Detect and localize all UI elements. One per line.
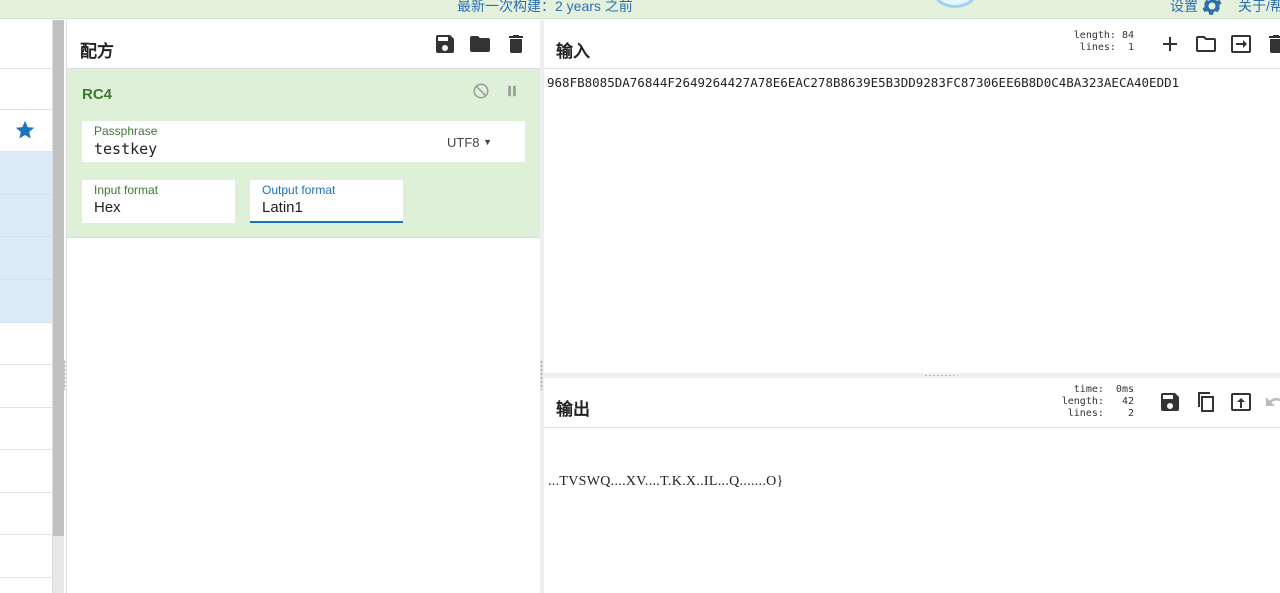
list-item[interactable] (0, 152, 52, 195)
output-textarea[interactable]: ...TVSWQ....XV....T.K.X..IL...Q.......O} (548, 474, 784, 490)
list-item[interactable] (0, 493, 52, 535)
top-banner: 最新一次构建：2 years 之前 设置 关于/帮 (0, 0, 1280, 19)
about-link[interactable]: 关于/帮 (1238, 0, 1280, 16)
swap-icon[interactable] (1229, 32, 1253, 56)
recipe-panel: 配方 RC4 Passphrase testkey UTF8 ▼ Input f… (66, 20, 541, 593)
gear-icon[interactable] (1200, 0, 1224, 18)
encoding-dropdown[interactable]: UTF8 ▼ (447, 135, 492, 150)
build-info: 最新一次构建：2 years 之前 (457, 0, 633, 14)
list-item[interactable] (0, 323, 52, 365)
divider (544, 427, 1280, 428)
input-panel: 输入 length: 84 lines: 1 968FB8085DA76844F… (544, 20, 1280, 373)
logo-icon (932, 0, 978, 8)
folder-icon[interactable] (1194, 32, 1218, 56)
output-stats: time: 0ms length: 42 lines: 2 (1061, 384, 1134, 419)
operations-scrollbar-thumb[interactable] (53, 20, 64, 536)
plus-icon[interactable] (1158, 32, 1182, 56)
list-item[interactable] (0, 450, 52, 493)
output-format-label: Output format (262, 183, 336, 197)
list-item[interactable] (0, 237, 52, 280)
resize-handle[interactable] (924, 374, 958, 377)
trash-icon[interactable] (1264, 32, 1280, 56)
output-panel: 输出 time: 0ms length: 42 lines: 2 ...TVSW… (544, 378, 1280, 593)
copy-icon[interactable] (1194, 390, 1218, 414)
list-item[interactable] (0, 20, 52, 69)
save-icon[interactable] (1158, 390, 1182, 414)
save-icon[interactable] (433, 32, 457, 56)
divider (544, 68, 1280, 69)
list-item[interactable] (0, 280, 52, 323)
operation-name: RC4 (82, 86, 113, 103)
folder-icon[interactable] (468, 32, 492, 56)
rc4-operation[interactable]: RC4 Passphrase testkey UTF8 ▼ Input form… (67, 69, 541, 238)
disable-icon[interactable] (472, 82, 490, 100)
caret-down-icon: ▼ (483, 137, 493, 147)
input-format-label: Input format (94, 183, 159, 197)
input-textarea[interactable]: 968FB8085DA76844F2649264427A78E6EAC278B8… (547, 75, 1179, 90)
passphrase-input[interactable]: testkey (94, 140, 157, 158)
list-item[interactable] (0, 365, 52, 408)
recipe-title: 配方 (80, 42, 114, 61)
settings-link[interactable]: 设置 (1170, 0, 1198, 16)
resize-handle[interactable] (540, 360, 543, 390)
input-format-select[interactable]: Input format Hex (82, 180, 235, 223)
passphrase-label: Passphrase (94, 124, 158, 138)
star-icon[interactable] (14, 119, 36, 141)
list-item[interactable] (0, 535, 52, 578)
output-format-value: Latin1 (262, 199, 303, 216)
list-item[interactable] (0, 69, 52, 110)
passphrase-field[interactable]: Passphrase testkey UTF8 ▼ (82, 121, 525, 162)
trash-icon[interactable] (504, 32, 528, 56)
list-item[interactable] (0, 195, 52, 237)
input-format-value: Hex (94, 199, 121, 216)
output-title: 输出 (556, 400, 590, 419)
input-title: 输入 (556, 42, 590, 61)
output-format-select[interactable]: Output format Latin1 (250, 180, 403, 223)
replace-input-icon[interactable] (1229, 390, 1253, 414)
undo-icon[interactable] (1264, 390, 1280, 414)
list-item[interactable] (0, 408, 52, 450)
operations-list (0, 20, 53, 593)
input-stats: length: 84 lines: 1 (1073, 30, 1134, 53)
pause-icon[interactable] (503, 82, 521, 100)
encoding-value: UTF8 (447, 135, 480, 150)
